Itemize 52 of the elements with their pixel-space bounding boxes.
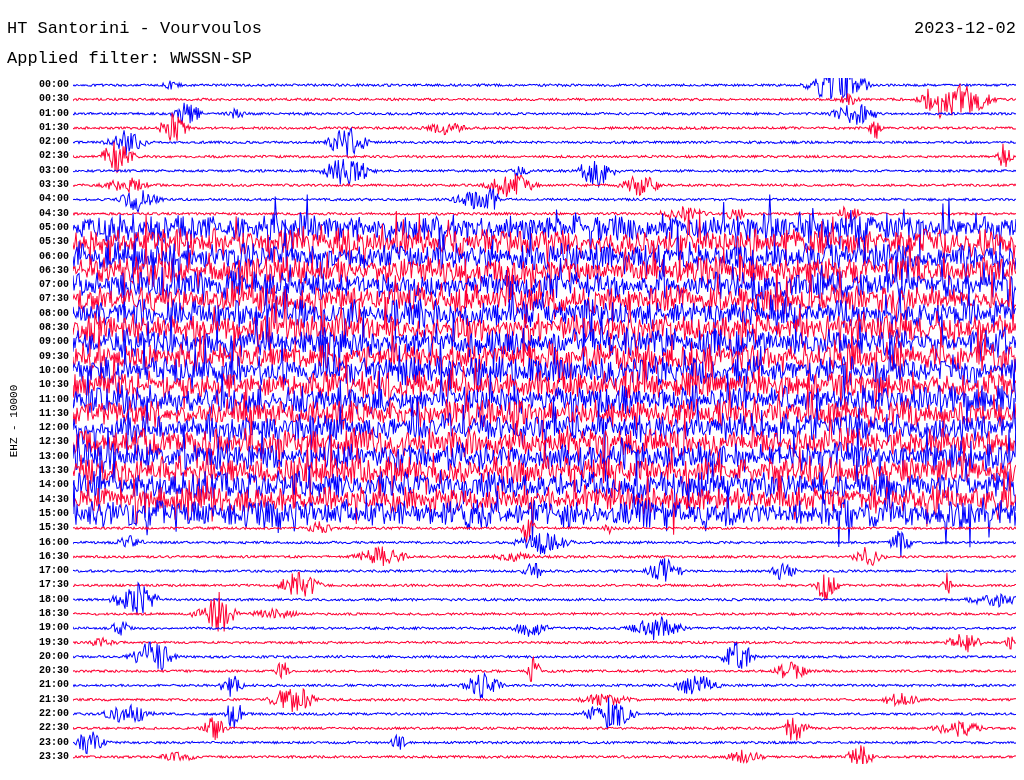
time-label: 20:00	[38, 649, 69, 664]
time-label: 18:00	[38, 592, 69, 607]
station-title: HT Santorini - Vourvoulos	[7, 18, 263, 40]
time-label: 20:30	[38, 664, 69, 679]
time-label: 13:30	[38, 464, 69, 478]
time-label: 19:30	[38, 635, 69, 650]
time-label: 15:00	[38, 506, 69, 521]
time-label: 12:30	[38, 435, 69, 450]
time-label: 17:30	[38, 578, 69, 593]
time-label: 03:30	[38, 178, 69, 193]
time-label: 10:30	[38, 378, 69, 393]
time-label: 05:30	[38, 235, 69, 250]
time-label: 06:30	[38, 263, 69, 278]
time-label: 23:00	[38, 735, 69, 750]
time-label: 17:00	[38, 564, 69, 579]
time-label: 15:30	[38, 521, 69, 536]
time-label: 22:30	[38, 721, 69, 736]
time-label: 00:30	[38, 92, 69, 107]
time-label: 18:30	[38, 607, 69, 621]
time-label: 07:30	[38, 292, 69, 307]
time-label: 02:00	[38, 135, 69, 150]
time-label: 06:00	[38, 249, 69, 264]
time-label: 04:30	[38, 206, 69, 221]
time-label: 09:30	[38, 349, 69, 364]
time-label: 02:30	[38, 149, 69, 164]
time-label: 01:30	[38, 120, 69, 135]
time-label: 08:30	[38, 321, 69, 336]
time-label: 16:30	[38, 549, 69, 564]
time-label: 23:30	[38, 749, 69, 764]
time-label: 11:00	[38, 392, 69, 407]
time-label: 21:30	[38, 692, 69, 707]
time-label: 05:00	[38, 220, 69, 235]
time-label: 03:00	[38, 163, 69, 178]
time-label: 12:00	[38, 421, 69, 436]
time-label: 14:30	[38, 492, 69, 507]
time-label: 16:00	[38, 535, 69, 550]
filter-label: Applied filter: WWSSN-SP	[7, 48, 253, 70]
time-label: 07:00	[38, 278, 69, 293]
time-label: 00:00	[38, 78, 69, 92]
channel-label: EHZ - 10000	[8, 384, 20, 458]
time-label: 13:00	[38, 449, 69, 464]
time-label: 22:00	[38, 707, 69, 722]
time-label: 10:00	[38, 363, 69, 378]
time-label: 01:00	[38, 106, 69, 121]
time-label: 21:00	[38, 678, 69, 693]
time-label: 14:00	[38, 478, 69, 493]
date-label: 2023-12-02	[913, 18, 1016, 40]
time-label: 08:00	[38, 306, 69, 321]
time-label: 04:00	[38, 192, 69, 207]
time-label: 11:30	[38, 406, 69, 421]
time-label: 09:00	[38, 335, 69, 350]
time-label: 19:00	[38, 621, 69, 636]
